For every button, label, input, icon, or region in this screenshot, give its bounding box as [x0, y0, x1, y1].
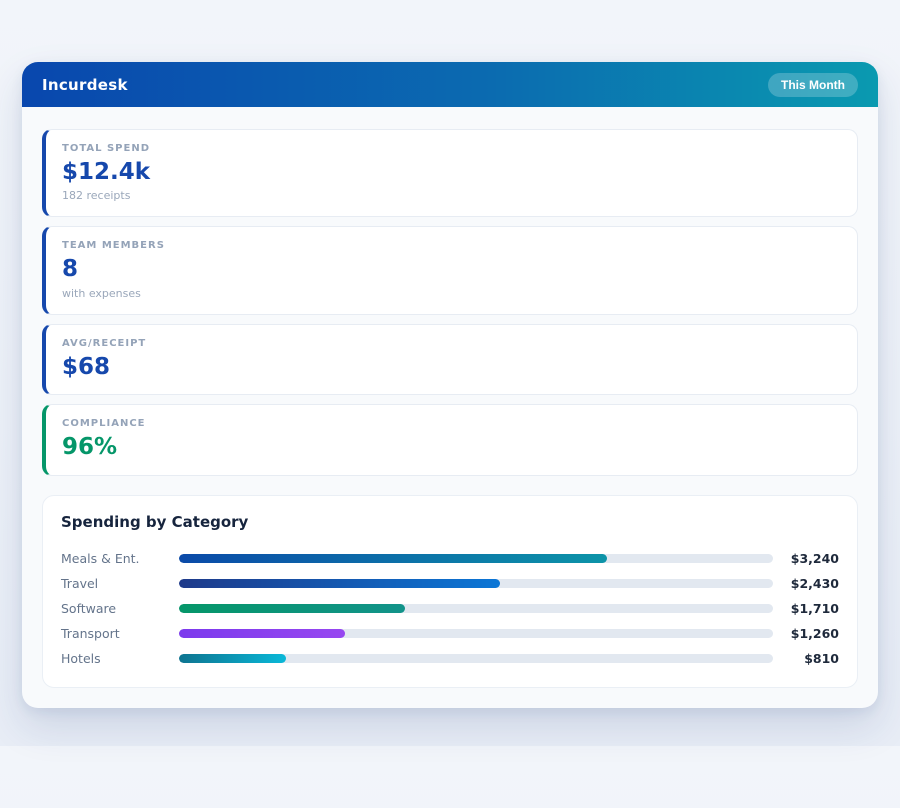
bar-track	[179, 629, 773, 638]
period-badge[interactable]: This Month	[768, 73, 858, 97]
stat-card: AVG/RECEIPT $68	[42, 324, 858, 395]
stat-card: TOTAL SPEND $12.4k 182 receipts	[42, 129, 858, 217]
category-row: Software $1,710	[61, 596, 839, 621]
category-label: Software	[61, 601, 179, 616]
stat-sub: with expenses	[62, 287, 841, 300]
stats-list: TOTAL SPEND $12.4k 182 receipts TEAM MEM…	[42, 129, 858, 476]
category-value: $1,260	[773, 626, 839, 641]
bar-track	[179, 654, 773, 663]
stat-label: TEAM MEMBERS	[62, 240, 841, 251]
stat-label: AVG/RECEIPT	[62, 338, 841, 349]
app-title: Incurdesk	[42, 76, 128, 94]
category-label: Hotels	[61, 651, 179, 666]
category-row: Meals & Ent. $3,240	[61, 546, 839, 571]
bar-fill	[179, 654, 286, 663]
stat-sub: 182 receipts	[62, 189, 841, 202]
category-bar-list: Meals & Ent. $3,240 Travel $2,430 Softwa…	[61, 546, 839, 671]
app-header: Incurdesk This Month	[22, 62, 878, 107]
stat-value: $12.4k	[62, 159, 841, 185]
bar-fill	[179, 629, 345, 638]
bar-fill	[179, 604, 405, 613]
stat-card: TEAM MEMBERS 8 with expenses	[42, 226, 858, 314]
bar-fill	[179, 554, 607, 563]
category-label: Travel	[61, 576, 179, 591]
stat-label: TOTAL SPEND	[62, 143, 841, 154]
category-label: Meals & Ent.	[61, 551, 179, 566]
stat-label: COMPLIANCE	[62, 418, 841, 429]
dashboard-card: Incurdesk This Month TOTAL SPEND $12.4k …	[22, 62, 878, 708]
dashboard-content: TOTAL SPEND $12.4k 182 receipts TEAM MEM…	[22, 107, 878, 708]
panel-title: Spending by Category	[61, 513, 839, 531]
bar-track	[179, 554, 773, 563]
category-value: $3,240	[773, 551, 839, 566]
category-value: $1,710	[773, 601, 839, 616]
spending-panel: Spending by Category Meals & Ent. $3,240…	[42, 495, 858, 688]
category-row: Hotels $810	[61, 646, 839, 671]
stat-value: $68	[62, 354, 841, 380]
stat-value: 96%	[62, 434, 841, 460]
stat-card: COMPLIANCE 96%	[42, 404, 858, 475]
category-value: $810	[773, 651, 839, 666]
category-value: $2,430	[773, 576, 839, 591]
category-row: Transport $1,260	[61, 621, 839, 646]
bar-track	[179, 604, 773, 613]
category-row: Travel $2,430	[61, 571, 839, 596]
category-label: Transport	[61, 626, 179, 641]
bar-track	[179, 579, 773, 588]
stat-value: 8	[62, 256, 841, 282]
bar-fill	[179, 579, 500, 588]
